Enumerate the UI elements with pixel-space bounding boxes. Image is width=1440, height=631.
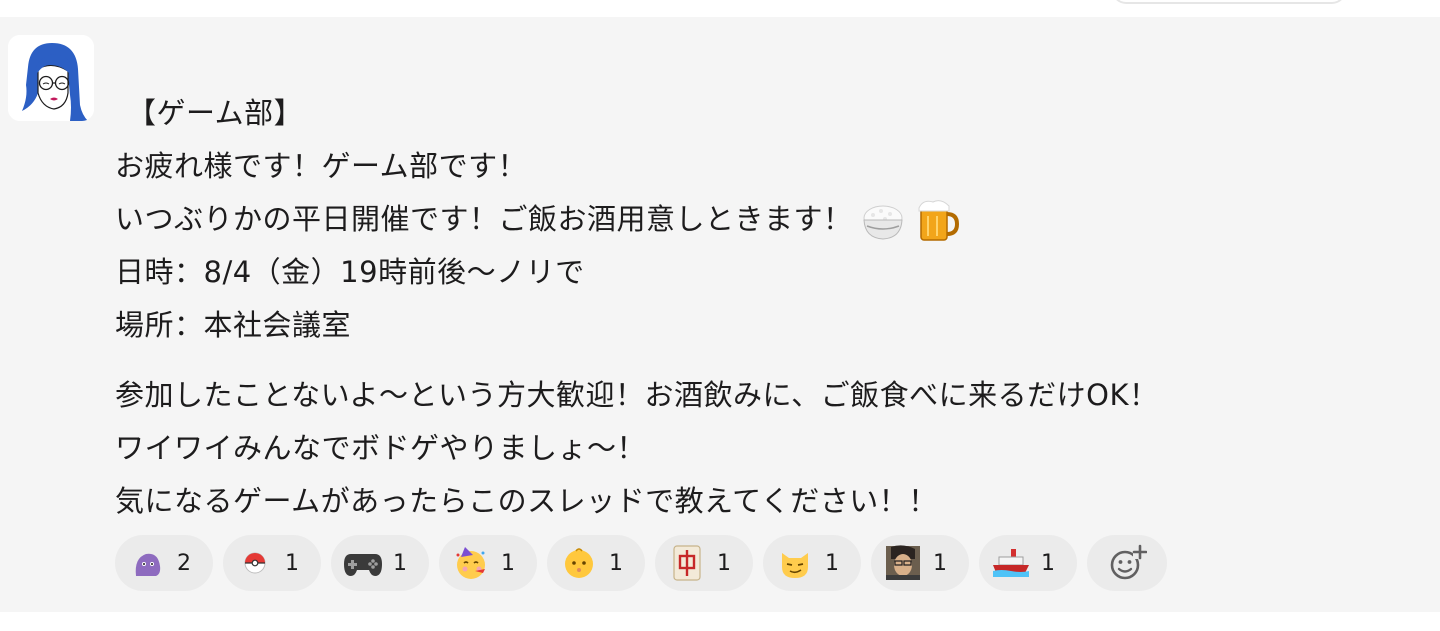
reaction-smirking-cat[interactable]: 1 xyxy=(763,535,861,591)
add-reaction-icon xyxy=(1110,544,1147,580)
ship-icon xyxy=(991,543,1031,583)
reaction-poke-ball[interactable]: 1 xyxy=(223,535,321,591)
reaction-count: 1 xyxy=(825,550,839,576)
reaction-count: 1 xyxy=(501,550,515,576)
message-body: 【ゲーム部】 お疲れ様です！ゲーム部です！ いつぶりかの平日開催です！ご飯お酒用… xyxy=(115,87,1365,528)
top-strip xyxy=(0,0,1440,17)
mahjong-tile-icon xyxy=(667,543,707,583)
reaction-count: 1 xyxy=(1041,550,1055,576)
message-line-text: いつぶりかの平日開催です！ご飯お酒用意しときます！ xyxy=(115,202,853,236)
avatar[interactable] xyxy=(8,35,94,121)
reaction-partying-face[interactable]: 1 xyxy=(439,535,537,591)
reaction-purple-blob[interactable]: 2 xyxy=(115,535,213,591)
poke-ball-icon xyxy=(235,543,275,583)
reaction-count: 2 xyxy=(177,550,191,576)
reaction-mahjong-tile[interactable]: 1 xyxy=(655,535,753,591)
reaction-count: 1 xyxy=(393,550,407,576)
reaction-count: 1 xyxy=(609,550,623,576)
bottom-strip xyxy=(0,612,1440,631)
message-line-location: 場所：本社会議室 xyxy=(115,308,352,342)
message-line-datetime: 日時：8/4（金）19時前後〜ノリで xyxy=(115,255,585,289)
add-reaction-button[interactable] xyxy=(1087,535,1167,591)
message-line-thread-request: 気になるゲームがあったらこのスレッドで教えてください！！ xyxy=(115,484,938,518)
reaction-count: 1 xyxy=(933,550,947,576)
avatar-illustration xyxy=(8,35,94,121)
message-line-title: 【ゲーム部】 xyxy=(127,96,304,130)
top-bar-pill xyxy=(1112,0,1346,4)
message: 【ゲーム部】 お疲れ様です！ゲーム部です！ いつぶりかの平日開催です！ご飯お酒用… xyxy=(0,17,1440,612)
reaction-count: 1 xyxy=(717,550,731,576)
reaction-game-controller[interactable]: 1 xyxy=(331,535,429,591)
reactions-bar: 2 1 1 1 1 1 1 1 1 xyxy=(115,535,1167,591)
reaction-baby-face[interactable]: 1 xyxy=(547,535,645,591)
beer-mug-icon xyxy=(913,196,961,244)
partying-face-icon xyxy=(451,543,491,583)
person-photo-icon xyxy=(883,543,923,583)
message-line-announcement: いつぶりかの平日開催です！ご飯お酒用意しときます！ xyxy=(115,193,1365,246)
smirking-cat-icon xyxy=(775,543,815,583)
reaction-person-photo[interactable]: 1 xyxy=(871,535,969,591)
game-controller-icon xyxy=(343,543,383,583)
message-line-boardgames: ワイワイみんなでボドゲやりましょ〜！ xyxy=(115,431,647,465)
message-line-welcome: 参加したことないよ〜という方大歓迎！お酒飲みに、ご飯食べに来るだけOK！ xyxy=(115,378,1159,412)
reaction-count: 1 xyxy=(285,550,299,576)
baby-face-icon xyxy=(559,543,599,583)
purple-blob-icon xyxy=(127,543,167,583)
reaction-ship[interactable]: 1 xyxy=(979,535,1077,591)
rice-bowl-icon xyxy=(859,196,907,244)
message-line-greeting: お疲れ様です！ゲーム部です！ xyxy=(115,149,528,183)
